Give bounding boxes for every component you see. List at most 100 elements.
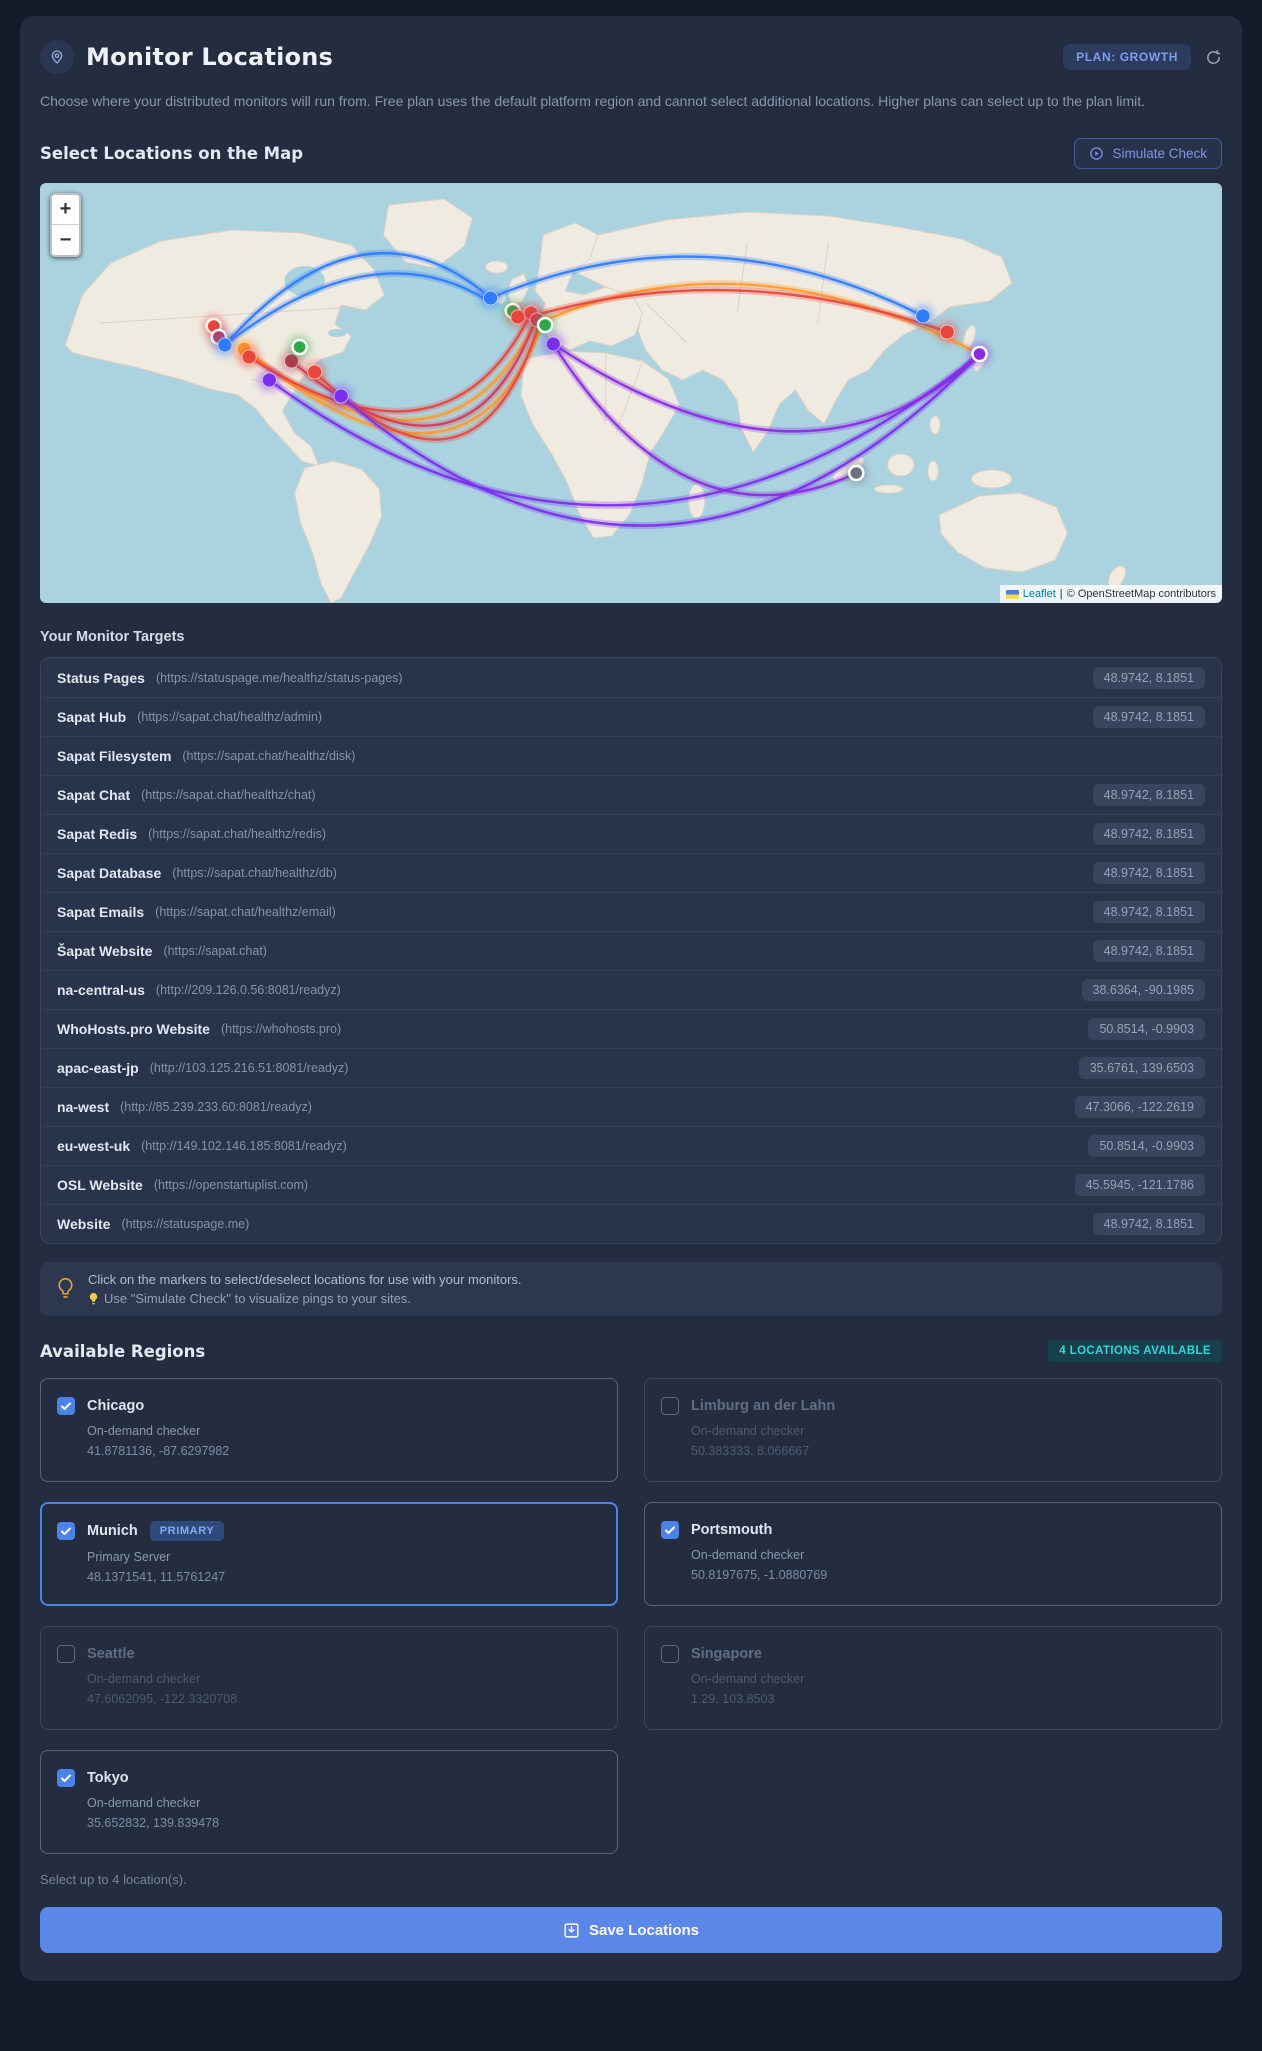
check-icon: [61, 1402, 71, 1411]
region-checkbox[interactable]: [57, 1397, 75, 1416]
primary-badge: PRIMARY: [149, 1521, 225, 1542]
target-url: (http://209.126.0.56:8081/readyz): [155, 983, 341, 998]
page-title: Monitor Locations: [86, 43, 333, 71]
target-row: apac-east-jp (http://103.125.216.51:8081…: [41, 1048, 1221, 1088]
target-url: (https://sapat.chat/healthz/admin): [137, 710, 323, 725]
target-url: (https://sapat.chat/healthz/email): [155, 905, 336, 920]
target-row: Sapat Emails (https://sapat.chat/healthz…: [41, 892, 1221, 932]
target-row: WhoHosts.pro Website (https://whohosts.p…: [41, 1009, 1221, 1049]
region-card[interactable]: Singapore On-demand checker 1.29, 103.85…: [644, 1626, 1222, 1731]
target-url: (http://149.102.146.185:8081/readyz): [141, 1139, 347, 1154]
regions-heading: Available Regions: [40, 1341, 206, 1361]
osm-attribution: © OpenStreetMap contributors: [1066, 588, 1216, 601]
target-row: Sapat Hub (https://sapat.chat/healthz/ad…: [41, 697, 1221, 737]
target-coords-badge: 50.8514, -0.9903: [1088, 1135, 1205, 1158]
map-marker[interactable]: [847, 465, 865, 482]
region-subtitle: On-demand checker: [87, 1796, 201, 1811]
target-coords-badge: 47.3066, -122.2619: [1074, 1096, 1205, 1119]
region-subtitle: On-demand checker: [87, 1672, 201, 1687]
target-coords-badge: 35.6761, 139.6503: [1078, 1057, 1205, 1080]
target-name: Sapat Database: [57, 865, 162, 882]
map-marker[interactable]: [333, 388, 349, 404]
region-checkbox[interactable]: [661, 1521, 679, 1540]
targets-list: Status Pages (https://statuspage.me/heal…: [40, 657, 1222, 1245]
region-checkbox[interactable]: [57, 1522, 75, 1541]
targets-heading: Your Monitor Targets: [40, 629, 185, 646]
region-coords: 48.1371541, 11.5761247: [87, 1570, 226, 1585]
map-marker[interactable]: [545, 336, 561, 352]
map-section-heading: Select Locations on the Map: [40, 144, 304, 164]
world-map[interactable]: + − Leaflet | © OpenStreetMap contributo…: [40, 183, 1222, 604]
region-card[interactable]: Seattle On-demand checker 47.6062095, -1…: [40, 1626, 618, 1731]
target-url: (https://sapat.chat/healthz/db): [172, 866, 337, 881]
target-name: Sapat Emails: [57, 904, 145, 921]
target-coords-badge: 48.9742, 8.1851: [1092, 706, 1205, 729]
target-url: (https://statuspage.me/healthz/status-pa…: [155, 670, 403, 685]
ukraine-flag-icon: [1005, 589, 1019, 599]
region-card[interactable]: Portsmouth On-demand checker 50.8197675,…: [644, 1502, 1222, 1607]
region-checkbox[interactable]: [661, 1645, 679, 1664]
region-card[interactable]: Chicago On-demand checker 41.8781136, -8…: [40, 1378, 618, 1483]
target-coords-badge: 48.9742, 8.1851: [1092, 940, 1205, 963]
regions-grid: Chicago On-demand checker 41.8781136, -8…: [40, 1378, 1222, 1855]
region-checkbox[interactable]: [57, 1645, 75, 1664]
target-row: Sapat Chat (https://sapat.chat/healthz/c…: [41, 775, 1221, 815]
region-coords: 50.8197675, -1.0880769: [691, 1568, 828, 1583]
target-name: na-central-us: [57, 982, 145, 999]
check-icon: [665, 1526, 675, 1535]
refresh-icon[interactable]: [1205, 49, 1222, 66]
target-url: (https://sapat.chat/healthz/chat): [141, 788, 316, 803]
map-marker[interactable]: [482, 290, 499, 306]
target-coords-badge: 48.9742, 8.1851: [1092, 784, 1205, 807]
location-pin-icon: [40, 40, 74, 74]
target-coords-badge: 50.8514, -0.9903: [1088, 1018, 1205, 1041]
monitor-locations-panel: Monitor Locations PLAN: GROWTH Choose wh…: [20, 16, 1242, 1982]
region-name: Singapore: [691, 1646, 762, 1663]
region-card[interactable]: Munich PRIMARY Primary Server 48.1371541…: [40, 1502, 618, 1607]
target-row: na-west (http://85.239.233.60:8081/ready…: [41, 1087, 1221, 1127]
target-name: Website: [57, 1216, 111, 1233]
target-row: eu-west-uk (http://149.102.146.185:8081/…: [41, 1126, 1221, 1166]
map-marker[interactable]: [217, 337, 233, 353]
target-url: (https://sapat.chat): [163, 944, 267, 959]
region-subtitle: On-demand checker: [691, 1424, 805, 1439]
map-marker[interactable]: [241, 349, 257, 365]
target-name: Šapat Website: [57, 943, 153, 960]
play-circle-icon: [1089, 146, 1104, 161]
region-checkbox[interactable]: [57, 1769, 75, 1788]
save-locations-button[interactable]: Save Locations: [40, 1907, 1222, 1954]
region-coords: 41.8781136, -87.6297982: [87, 1444, 230, 1459]
tip-box: Click on the markers to select/deselect …: [40, 1262, 1222, 1317]
target-name: apac-east-jp: [57, 1060, 139, 1077]
map-marker[interactable]: [307, 364, 323, 380]
map-marker[interactable]: [939, 324, 955, 340]
map-marker[interactable]: [291, 339, 308, 356]
target-url: (https://whohosts.pro): [220, 1022, 342, 1037]
map-marker[interactable]: [261, 372, 277, 388]
target-coords-badge: 48.9742, 8.1851: [1092, 666, 1205, 689]
target-name: Sapat Chat: [57, 787, 131, 804]
map-marker[interactable]: [971, 346, 988, 363]
region-card[interactable]: Tokyo On-demand checker 35.652832, 139.8…: [40, 1750, 618, 1855]
simulate-check-button[interactable]: Simulate Check: [1074, 138, 1222, 170]
check-icon: [61, 1774, 71, 1783]
region-card[interactable]: Limburg an der Lahn On-demand checker 50…: [644, 1378, 1222, 1483]
region-name: Tokyo: [87, 1770, 129, 1787]
bulb-emoji-icon: [88, 1292, 99, 1306]
target-name: Status Pages: [57, 669, 145, 686]
zoom-out-button[interactable]: −: [52, 225, 79, 256]
target-coords-badge: 48.9742, 8.1851: [1092, 1213, 1205, 1236]
target-url: (https://sapat.chat/healthz/redis): [148, 827, 327, 842]
leaflet-link[interactable]: Leaflet: [1023, 588, 1056, 600]
target-row: Sapat Filesystem (https://sapat.chat/hea…: [41, 736, 1221, 776]
map-zoom-control: + −: [50, 193, 81, 258]
region-name: Chicago: [87, 1398, 145, 1415]
map-marker[interactable]: [536, 317, 554, 334]
lightbulb-icon: [56, 1277, 75, 1301]
region-coords: 1.29, 103.8503: [691, 1692, 775, 1707]
zoom-in-button[interactable]: +: [52, 195, 79, 226]
target-coords-badge: 48.9742, 8.1851: [1092, 862, 1205, 885]
target-url: (http://85.239.233.60:8081/readyz): [120, 1100, 312, 1115]
map-marker[interactable]: [915, 308, 931, 324]
region-checkbox[interactable]: [661, 1397, 679, 1416]
